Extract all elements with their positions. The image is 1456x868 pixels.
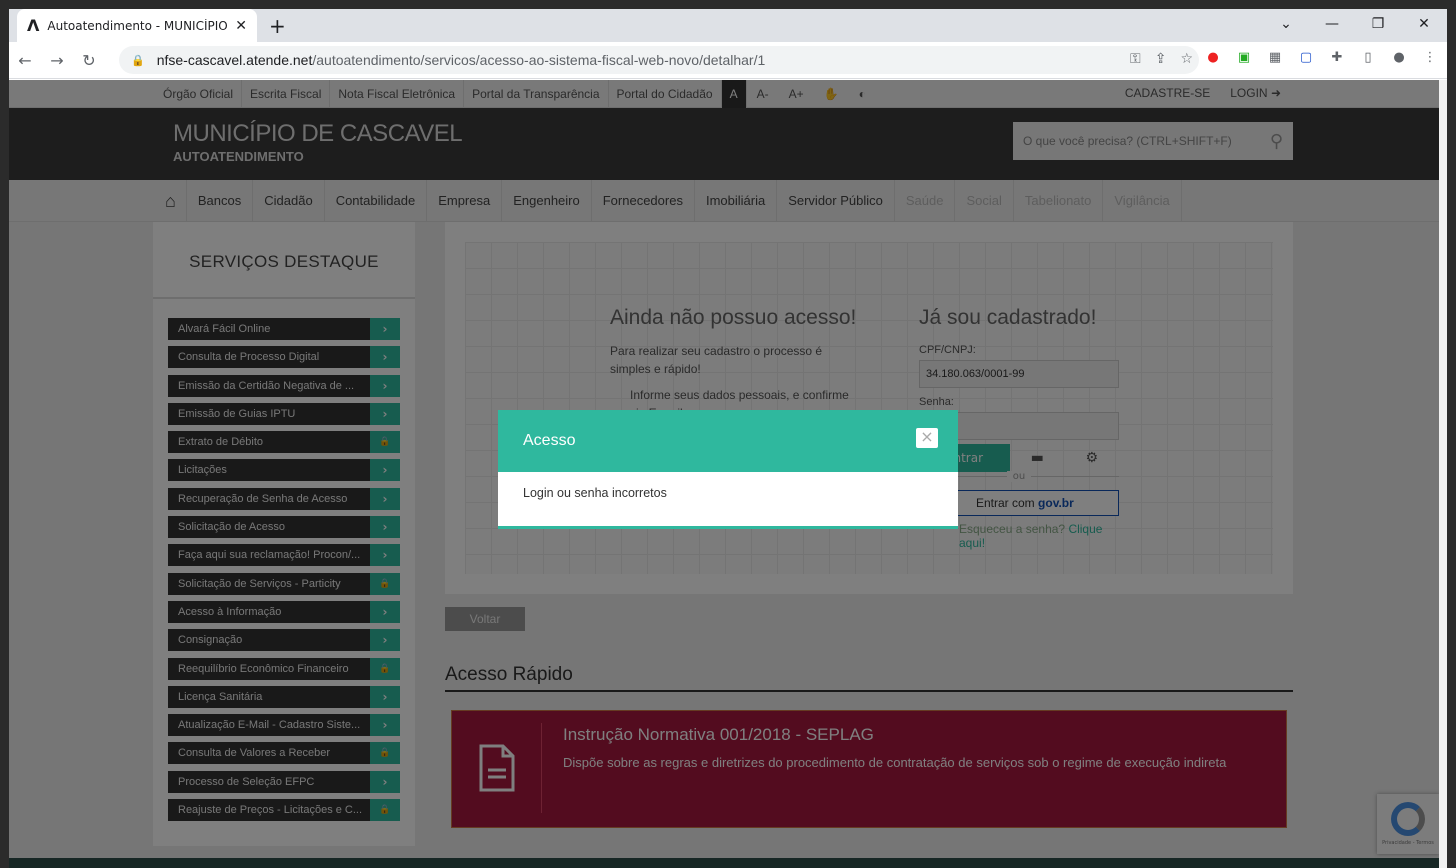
modal-close-button[interactable]: ×	[916, 428, 938, 448]
modal-message: Login ou senha incorretos	[523, 486, 667, 500]
puzzle-icon[interactable]: ✚	[1328, 50, 1346, 65]
tab-title: Autoatendimento - MUNICÍPIO D	[47, 18, 228, 33]
url-text: nfse-cascavel.atende.net/autoatendimento…	[157, 52, 766, 68]
tab-strip: Λ Autoatendimento - MUNICÍPIO D ✕ + ⌄ — …	[9, 9, 1447, 42]
menu-icon[interactable]: ⋮	[1421, 50, 1439, 65]
devtools-extension-icon[interactable]: ▦	[1266, 50, 1284, 65]
window-controls: ⌄ — ❐ ✕	[1263, 9, 1447, 42]
tab-search-icon[interactable]: ⌄	[1263, 9, 1309, 42]
forward-icon[interactable]: →	[41, 51, 73, 70]
minimize-icon[interactable]: —	[1309, 9, 1355, 42]
address-bar[interactable]: 🔒 nfse-cascavel.atende.net/autoatendimen…	[119, 46, 1199, 74]
lock-icon[interactable]: 🔒	[131, 54, 145, 67]
green-extension-icon[interactable]: ▣	[1235, 50, 1253, 65]
ui-extension-icon[interactable]: ▢	[1297, 50, 1315, 65]
site-favicon-icon: Λ	[27, 16, 40, 35]
star-icon[interactable]: ☆	[1180, 51, 1193, 67]
new-tab-icon[interactable]: +	[269, 14, 286, 38]
url-domain: nfse-cascavel.atende.net	[156, 52, 313, 68]
extensions-bar: ● ▣ ▦ ▢ ✚ ▯ ● ⋮	[1204, 50, 1439, 65]
profile-avatar[interactable]: ●	[1390, 50, 1408, 65]
omnibox-actions: ⚿ ⇪ ☆	[1130, 51, 1193, 67]
restore-icon[interactable]: ❐	[1355, 9, 1401, 42]
close-window-icon[interactable]: ✕	[1401, 9, 1447, 42]
modal-title: Acesso	[523, 432, 576, 449]
access-modal: Acesso × Login ou senha incorretos	[498, 410, 958, 529]
modal-header: Acesso ×	[498, 410, 958, 472]
share-icon[interactable]: ⇪	[1155, 51, 1167, 67]
browser-tab[interactable]: Λ Autoatendimento - MUNICÍPIO D ✕	[17, 9, 257, 42]
page-scrollbar[interactable]	[1439, 80, 1447, 868]
sidepanel-icon[interactable]: ▯	[1359, 50, 1377, 65]
back-icon[interactable]: ←	[9, 51, 41, 70]
key-icon[interactable]: ⚿	[1130, 51, 1141, 67]
reload-icon[interactable]: ↻	[73, 51, 105, 70]
close-tab-icon[interactable]: ✕	[235, 18, 247, 34]
url-path: /autoatendimento/servicos/acesso-ao-sist…	[312, 52, 766, 68]
opera-extension-icon[interactable]: ●	[1204, 50, 1222, 65]
